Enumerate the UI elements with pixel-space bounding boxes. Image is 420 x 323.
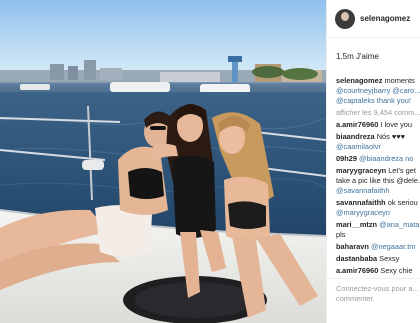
comment-text: Sexy chie — [380, 266, 413, 275]
comment-continuation[interactable]: @caamilaolvr — [336, 142, 420, 152]
comment-text: Let's get — [388, 166, 416, 175]
header-username[interactable]: selenagomez — [360, 14, 410, 23]
post-header: selenagomez — [327, 0, 420, 38]
comment-user[interactable]: dastanbaba — [336, 254, 377, 263]
post-sidebar: selenagomez 1.5m J'aime selenagomez mome… — [326, 0, 420, 323]
comment-text[interactable]: @ana_mata — [379, 220, 419, 229]
comment-user[interactable]: 09h29 — [336, 154, 357, 163]
comment-continuation: pls — [336, 230, 346, 239]
comment-user[interactable]: a.amir76960 — [336, 266, 378, 275]
comment-text: I love you — [380, 120, 413, 129]
comment-user[interactable]: biaandreza — [336, 132, 375, 141]
comment-user[interactable]: baharavn — [336, 242, 369, 251]
caption-line-3[interactable]: @captaleks thank you! — [336, 96, 420, 106]
comment: 09h29 @biaandreza no — [336, 154, 420, 164]
comment: dastanbaba Sexsy — [336, 254, 420, 264]
comment-user[interactable]: savannafaithh — [336, 198, 386, 207]
comment-text: Nós ♥♥♥ — [376, 132, 406, 141]
comment: baharavn @negaaar.tm — [336, 242, 420, 252]
comment: a.amir76960 I love you — [336, 120, 420, 130]
caption-text: moments — [384, 76, 415, 85]
comment-continuation[interactable]: @savannafaithh — [336, 186, 420, 196]
comment-text[interactable]: @negaaar.tm — [371, 242, 415, 251]
comment-user[interactable]: mari__mtzn — [336, 220, 377, 229]
comment-user[interactable]: a.amir76960 — [336, 120, 378, 129]
post-photo[interactable] — [0, 0, 326, 323]
comments-list: selenagomez moments @courtneyjbarry @car… — [327, 76, 420, 276]
caption: selenagomez moments @courtneyjbarry @car… — [336, 76, 420, 106]
view-more-comments[interactable]: afficher les 9,454 comm... — [336, 108, 420, 118]
caption-user[interactable]: selenagomez — [336, 76, 382, 85]
profile-avatar[interactable] — [335, 8, 355, 29]
comment-continuation[interactable]: @maryygraceyn — [336, 208, 420, 218]
photo-illustration — [0, 0, 326, 323]
comment-text[interactable]: @biaandreza no — [359, 154, 413, 163]
comment: biaandreza Nós ♥♥♥ @caamilaolvr — [336, 132, 420, 152]
comment-text: ok seriou — [387, 198, 418, 207]
comment: mari__mtzn @ana_mata pls — [336, 220, 420, 240]
comment: maryygraceyn Let's get take a pic like t… — [336, 166, 420, 196]
likes-count[interactable]: 1.5m J'aime — [327, 38, 420, 76]
comment: a.amir76960 Sexy chie — [336, 266, 420, 276]
comment: savannafaithh ok seriou @maryygraceyn — [336, 198, 420, 218]
login-to-comment[interactable]: Connectez-vous pour a... commenter. — [327, 278, 420, 304]
comment-text: Sexsy — [379, 254, 400, 263]
comment-continuation: take a pic like this @dele... — [336, 176, 420, 185]
comment-user[interactable]: maryygraceyn — [336, 166, 386, 175]
caption-line-2[interactable]: @courtneyjbarry @caro... — [336, 86, 420, 96]
